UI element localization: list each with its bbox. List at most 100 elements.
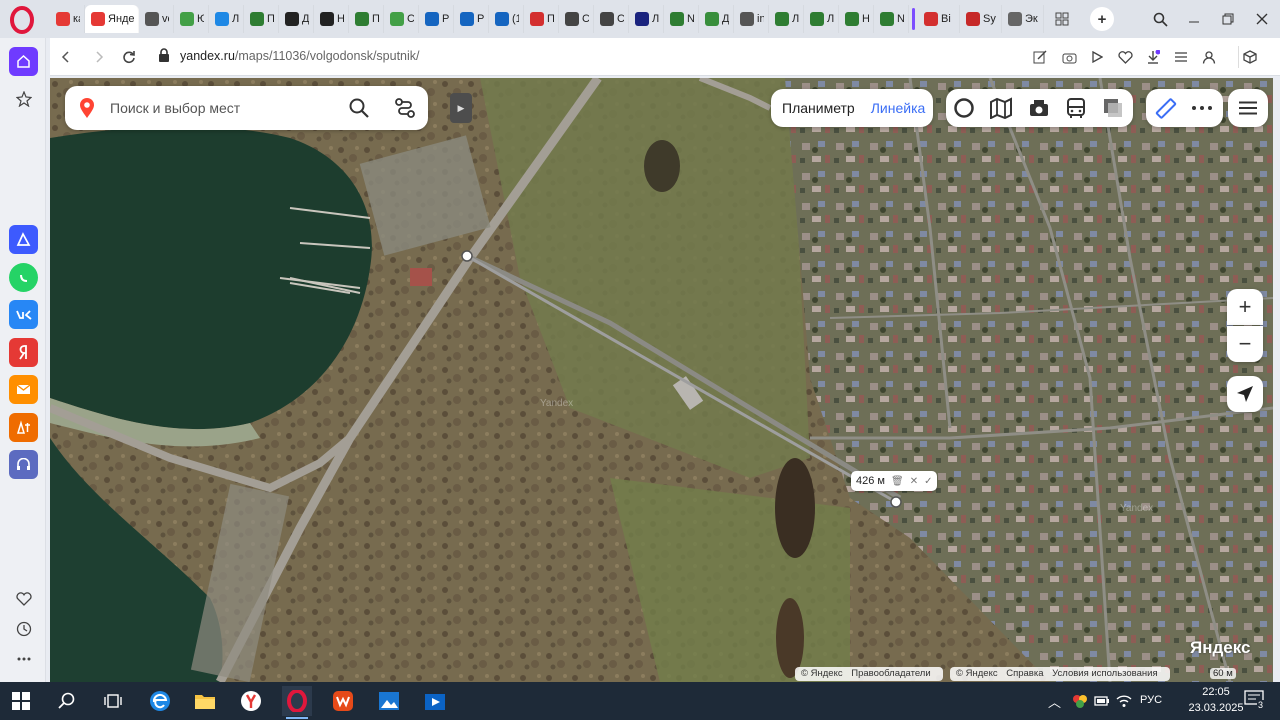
wps-office-icon[interactable]: [328, 686, 358, 716]
browser-tab[interactable]: N: [664, 5, 699, 33]
search-box[interactable]: Поиск и выбор мест: [65, 86, 428, 130]
browser-tab[interactable]: Д: [279, 5, 314, 33]
browser-tab[interactable]: in: [734, 5, 769, 33]
reload-button[interactable]: [117, 45, 141, 69]
browser-tab[interactable]: Р: [454, 5, 489, 33]
locate-me-button[interactable]: [1227, 376, 1263, 412]
url-field[interactable]: yandex.ru/maps/11036/volgodonsk/sputnik/: [180, 49, 420, 63]
search-tabs-icon[interactable]: [1148, 7, 1172, 31]
easy-setup-icon[interactable]: [1170, 46, 1192, 68]
profile-icon[interactable]: [1198, 46, 1220, 68]
download-icon[interactable]: [1142, 46, 1164, 68]
whatsapp-icon[interactable]: [9, 263, 38, 292]
ruler-button[interactable]: Линейка: [871, 100, 926, 116]
browser-tab[interactable]: N: [874, 5, 909, 33]
messenger-app-icon[interactable]: [9, 225, 38, 254]
browser-tab[interactable]: Л: [629, 5, 664, 33]
tab-overview-icon[interactable]: [1050, 7, 1074, 31]
main-menu-button[interactable]: [1228, 89, 1268, 127]
browser-tab[interactable]: Sy: [960, 5, 1002, 33]
rights-holders-link[interactable]: Правообладатели: [851, 668, 930, 679]
language-indicator[interactable]: РУС: [1140, 694, 1162, 706]
browser-tab[interactable]: С(: [384, 5, 419, 33]
vk-icon[interactable]: [9, 300, 38, 329]
task-view-icon[interactable]: [98, 686, 128, 716]
yandex-app-icon[interactable]: [9, 338, 38, 367]
check-icon[interactable]: ✓: [924, 476, 932, 487]
browser-tab[interactable]: Л: [209, 5, 244, 33]
zoom-in-button[interactable]: +: [1227, 289, 1263, 325]
search-icon[interactable]: [52, 686, 82, 716]
browser-tab[interactable]: Д: [699, 5, 734, 33]
zoom-out-button[interactable]: −: [1227, 326, 1263, 362]
collapse-panel-button[interactable]: ▶: [450, 93, 472, 123]
browser-tab[interactable]: П: [524, 5, 559, 33]
browser-tab[interactable]: vc: [139, 5, 174, 33]
map-type-icon[interactable]: [1102, 97, 1124, 119]
clock-time[interactable]: 22:05: [1186, 686, 1246, 698]
help-link[interactable]: Справка: [1006, 668, 1043, 679]
browser-tab[interactable]: Л: [804, 5, 839, 33]
extensions-icon[interactable]: [1238, 46, 1260, 68]
yandex-browser-icon[interactable]: [236, 686, 266, 716]
edit-icon[interactable]: [1029, 46, 1051, 68]
browser-tab[interactable]: Ві: [918, 5, 960, 33]
notifications-icon[interactable]: 3: [1244, 690, 1268, 712]
history-icon[interactable]: [9, 614, 38, 643]
translate-app-icon[interactable]: [9, 413, 38, 442]
close-window-button[interactable]: [1250, 7, 1274, 31]
chevron-up-icon[interactable]: ︿: [1048, 692, 1061, 711]
map-layers-icon[interactable]: [990, 97, 1012, 119]
browser-tab[interactable]: Л: [769, 5, 804, 33]
browser-tab[interactable]: С: [594, 5, 629, 33]
play-icon[interactable]: [1086, 46, 1108, 68]
wifi-icon[interactable]: [1116, 693, 1132, 709]
browser-tab[interactable]: Янде: [85, 5, 139, 33]
route-icon[interactable]: [394, 97, 416, 119]
browser-tab[interactable]: Р: [419, 5, 454, 33]
ruler-start-point[interactable]: [461, 250, 473, 262]
heart-icon[interactable]: [1114, 46, 1136, 68]
ruler-end-point[interactable]: [890, 496, 902, 508]
planimeter-button[interactable]: Планиметр: [782, 100, 855, 116]
restore-button[interactable]: [1216, 7, 1240, 31]
back-button[interactable]: [54, 45, 78, 69]
browser-tab[interactable]: ка: [50, 5, 85, 33]
ruler-icon[interactable]: [1155, 97, 1177, 119]
more-options-icon[interactable]: [9, 644, 38, 673]
trash-icon[interactable]: 🗑: [891, 476, 904, 487]
browser-tab[interactable]: П: [349, 5, 384, 33]
windows-start-icon[interactable]: [6, 686, 36, 716]
aria-icon[interactable]: [9, 84, 38, 113]
more-tools-icon[interactable]: [1192, 106, 1212, 110]
minimize-button[interactable]: [1182, 7, 1206, 31]
traffic-camera-icon[interactable]: [1028, 97, 1050, 119]
terms-link[interactable]: Условия использования: [1052, 668, 1157, 679]
new-tab-button[interactable]: +: [1090, 7, 1114, 31]
home-icon[interactable]: [9, 47, 38, 76]
camera-icon[interactable]: [1058, 46, 1080, 68]
search-input[interactable]: Поиск и выбор мест: [110, 100, 240, 116]
file-explorer-icon[interactable]: [190, 686, 220, 716]
browser-tab[interactable]: П: [244, 5, 279, 33]
browser-tab[interactable]: Н: [314, 5, 349, 33]
photos-app-icon[interactable]: [374, 686, 404, 716]
browser-tab[interactable]: (1: [489, 5, 524, 33]
panorama-icon[interactable]: [953, 97, 975, 119]
browser-tab[interactable]: Ю: [174, 5, 209, 33]
forward-button[interactable]: [87, 45, 111, 69]
browser-tab[interactable]: С: [559, 5, 594, 33]
browser-tab[interactable]: Н: [839, 5, 874, 33]
opera-logo-icon[interactable]: [8, 6, 36, 34]
search-icon[interactable]: [348, 97, 370, 119]
bookmarks-icon[interactable]: [9, 584, 38, 613]
transport-bus-icon[interactable]: [1065, 97, 1087, 119]
media-player-icon[interactable]: [420, 686, 450, 716]
browser-tab[interactable]: Эк: [1002, 5, 1044, 33]
edge-browser-icon[interactable]: [145, 686, 175, 716]
satellite-map[interactable]: Yandex Yandex Поиск и выбор мест ▶ Плани…: [50, 78, 1273, 682]
opera-taskbar-icon[interactable]: [282, 686, 312, 719]
mail-app-icon[interactable]: [9, 375, 38, 404]
close-icon[interactable]: ✕: [910, 476, 918, 487]
color-app-icon[interactable]: [1072, 693, 1088, 709]
